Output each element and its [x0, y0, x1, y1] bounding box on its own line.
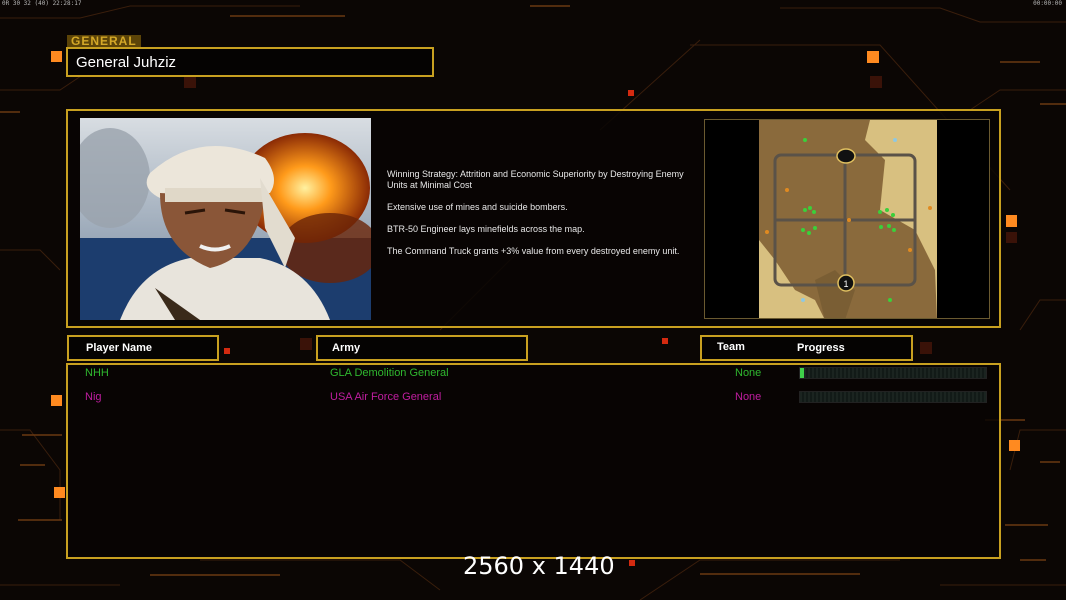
army-header: Army — [316, 335, 528, 361]
strategy-line: The Command Truck grants +3% value from … — [387, 246, 680, 256]
player-name: NHH — [85, 367, 109, 379]
team-progress-header: Team Progress — [700, 335, 913, 361]
strategy-line: Extensive use of mines and suicide bombe… — [387, 202, 568, 212]
player-army: GLA Demolition General — [330, 367, 449, 379]
player-army: USA Air Force General — [330, 391, 442, 403]
progress-fill — [800, 368, 804, 378]
general-section-label: GENERAL — [67, 35, 141, 48]
progress-header-label: Progress — [797, 342, 845, 354]
map-preview: 1 — [704, 119, 990, 319]
player-team: None — [735, 367, 762, 379]
player-name: Nig — [85, 391, 102, 403]
general-name-box: General Juhziz — [66, 47, 434, 77]
general-name: General Juhziz — [76, 54, 177, 71]
start-position-marker — [836, 148, 856, 164]
debug-stats: 0R 30 32 (40) 22:28:17 — [2, 0, 82, 7]
resolution-watermark: 2560 x 1440 — [463, 552, 615, 580]
player-team: None — [735, 391, 762, 403]
strategy-line: BTR-50 Engineer lays minefields across t… — [387, 224, 585, 234]
general-portrait — [80, 118, 371, 320]
player-progress-bar — [799, 367, 987, 379]
player-progress-bar — [799, 391, 987, 403]
player-start-number: 1 — [843, 279, 848, 289]
strategy-line: Winning Strategy: Attrition and Economic… — [387, 169, 684, 190]
army-header-label: Army — [332, 342, 361, 354]
map-image: 1 — [759, 120, 937, 318]
player-name-header-label: Player Name — [86, 342, 153, 354]
strategy-description: Winning Strategy: Attrition and Economic… — [387, 169, 697, 268]
player-name-header: Player Name — [67, 335, 219, 361]
debug-clock: 00:00:00 — [1033, 0, 1062, 7]
team-header-label: Team — [717, 341, 745, 353]
